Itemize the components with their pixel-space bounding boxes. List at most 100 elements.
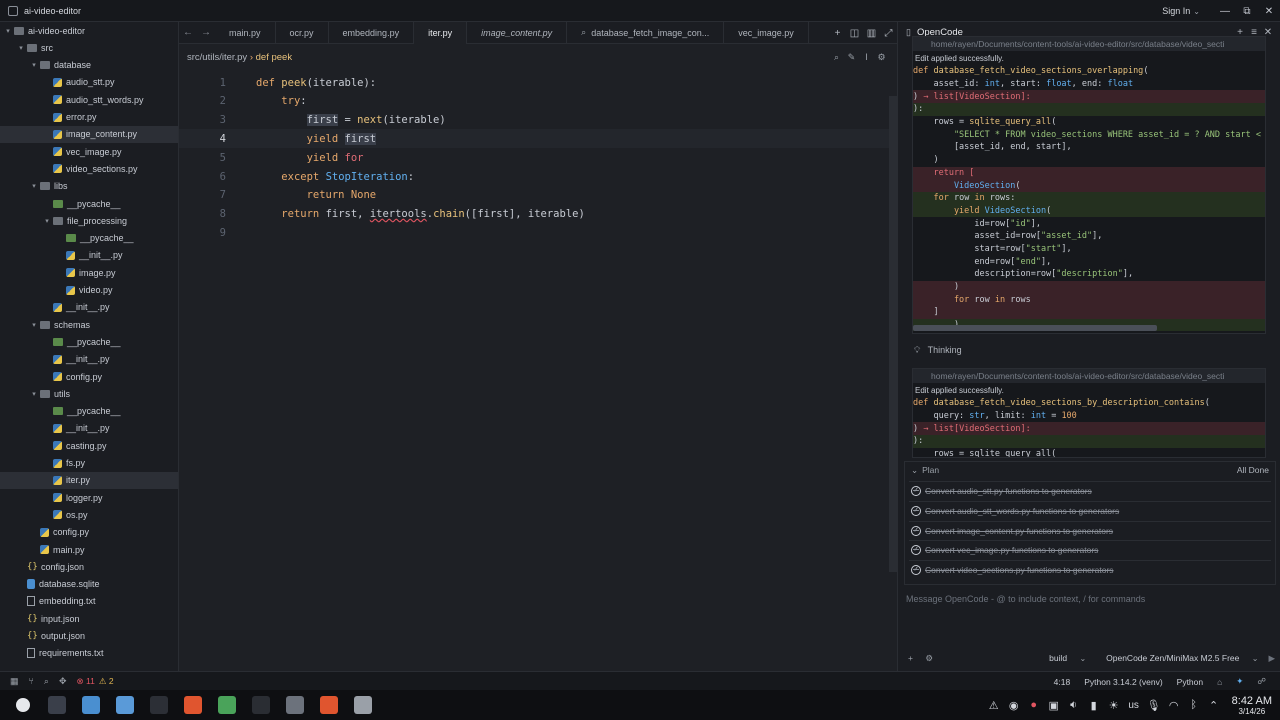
tree-folder[interactable]: ▾ file_processing <box>0 212 178 229</box>
git-branch-icon[interactable]: ⑂ <box>29 676 34 686</box>
cursor-position[interactable]: 4:18 <box>1054 677 1071 687</box>
tree-folder[interactable]: ▾ ai-video-editor <box>0 22 178 39</box>
editor-tab[interactable]: ⌕ database_fetch_image_con... <box>567 21 725 44</box>
tree-file[interactable]: __pycache__ <box>0 403 178 420</box>
editor-scrollbar[interactable] <box>889 96 897 572</box>
tree-file[interactable]: __init__.py <box>0 420 178 437</box>
tree-file[interactable]: __pycache__ <box>0 333 178 350</box>
tree-file[interactable]: image.py <box>0 264 178 281</box>
bluetooth-tray-icon[interactable]: ᛒ <box>1184 699 1204 711</box>
keyboard-layout[interactable]: us <box>1124 700 1144 711</box>
tree-file[interactable]: requirements.txt <box>0 645 178 662</box>
settings-icon[interactable]: ⚙ <box>925 653 933 663</box>
maximize-pane-icon[interactable]: ⤢ <box>880 28 897 39</box>
add-context-icon[interactable]: + <box>908 653 913 663</box>
code-line[interactable]: 9 <box>179 223 889 242</box>
sign-in-button[interactable]: Sign In ⌄ <box>1162 6 1200 16</box>
chevron-down-icon[interactable]: ▾ <box>4 27 12 35</box>
minimize-button[interactable]: — <box>1214 6 1236 17</box>
tree-file[interactable]: config.py <box>0 524 178 541</box>
tree-file[interactable]: __init__.py <box>0 351 178 368</box>
tree-file[interactable]: __pycache__ <box>0 195 178 212</box>
code-line[interactable]: 1 def peek(iterable): <box>179 73 889 92</box>
database-app[interactable] <box>346 690 380 720</box>
wifi-tray-icon[interactable]: ◠ <box>1164 699 1184 712</box>
tree-file[interactable]: {} config.json <box>0 558 178 575</box>
plan-header[interactable]: ⌄ Plan All Done <box>905 462 1275 478</box>
editor-tab[interactable]: main.py <box>215 21 276 44</box>
expand-tray-icon[interactable]: ⌃ <box>1204 699 1224 712</box>
tree-file[interactable]: fs.py <box>0 455 178 472</box>
code-line[interactable]: 4 yield first <box>179 129 889 149</box>
tree-file[interactable]: {} output.json <box>0 628 178 645</box>
tree-folder[interactable]: ▾ src <box>0 39 178 56</box>
chevron-down-icon[interactable]: ▾ <box>30 61 38 69</box>
editor-tab[interactable]: image_content.py <box>467 21 568 44</box>
tree-file[interactable]: __init__.py <box>0 299 178 316</box>
editor-tab[interactable]: vec_image.py <box>724 21 809 44</box>
brave-browser-app[interactable] <box>176 690 210 720</box>
ai-assistant-icon[interactable]: ✦ <box>1236 676 1243 687</box>
search-icon[interactable]: ⌕ <box>44 676 49 687</box>
tree-folder[interactable]: ▾ libs <box>0 178 178 195</box>
plan-item[interactable]: ✓ Convert image_content.py functions to g… <box>909 520 1271 540</box>
launcher[interactable] <box>6 690 40 720</box>
tree-file[interactable]: {} input.json <box>0 610 178 627</box>
code-line[interactable]: 5 yield for <box>179 148 889 167</box>
editor-tab[interactable]: iter.py <box>414 21 468 44</box>
clipboard-tray-icon[interactable]: ▣ <box>1044 699 1064 712</box>
diff-path[interactable]: home/rayen/Documents/content-tools/ai-vi… <box>913 369 1265 383</box>
search-icon[interactable]: ⌕ <box>829 52 844 63</box>
chevron-down-icon[interactable]: ▾ <box>30 182 38 190</box>
tree-file[interactable]: video.py <box>0 282 178 299</box>
settings-icon[interactable]: ⚙ <box>874 52 889 63</box>
volume-tray-icon[interactable]: 🔉︎ <box>1064 699 1084 712</box>
collab-icon[interactable]: ☍ <box>1257 676 1266 687</box>
clock[interactable]: 8:42 AM 3/14/26 <box>1232 695 1272 716</box>
tree-folder[interactable]: ▾ utils <box>0 385 178 402</box>
chevron-down-icon[interactable]: ▾ <box>30 390 38 398</box>
tree-file[interactable]: main.py <box>0 541 178 558</box>
plan-item[interactable]: ✓ Convert video_sections.py functions to … <box>909 560 1271 579</box>
close-window-button[interactable]: ✕ <box>1258 6 1280 17</box>
battery-tray-icon[interactable]: ▮ <box>1084 699 1104 712</box>
chevron-down-icon[interactable]: ▾ <box>30 321 38 329</box>
language-select[interactable]: Python <box>1177 677 1203 687</box>
microphone-tray-icon[interactable]: 🎙︎ <box>1144 699 1164 712</box>
editor-tab[interactable]: ocr.py <box>276 21 329 44</box>
interpreter-select[interactable]: Python 3.14.2 (venv) <box>1084 677 1162 687</box>
debug-icon[interactable]: ✥ <box>59 676 67 687</box>
monitor-app[interactable] <box>210 690 244 720</box>
toggle-sidebar-icon[interactable]: ▦ <box>10 676 19 687</box>
warning-tray-icon[interactable]: ⚠ <box>984 699 1004 712</box>
send-button[interactable]: ▶ <box>1268 653 1275 664</box>
tree-folder[interactable]: ▾ database <box>0 57 178 74</box>
tree-folder[interactable]: ▾ schemas <box>0 316 178 333</box>
tree-file[interactable]: audio_stt.py <box>0 74 178 91</box>
chevron-down-icon[interactable]: ▾ <box>17 44 25 52</box>
tree-file[interactable]: video_sections.py <box>0 160 178 177</box>
obs-app[interactable] <box>278 690 312 720</box>
brave-browser-app-2[interactable] <box>312 690 346 720</box>
plan-item[interactable]: ✓ Convert vec_image.py functions to gener… <box>909 540 1271 559</box>
tree-file[interactable]: vec_image.py <box>0 143 178 160</box>
terminal-app[interactable] <box>40 690 74 720</box>
files-app[interactable] <box>74 690 108 720</box>
breadcrumb[interactable]: src/utils/iter.py › def peek <box>187 52 292 63</box>
tree-file[interactable]: __pycache__ <box>0 230 178 247</box>
diff-horizontal-scrollbar[interactable] <box>913 325 1157 331</box>
split-pane-icon[interactable]: ◫ <box>846 28 863 39</box>
tree-file[interactable]: casting.py <box>0 437 178 454</box>
message-input[interactable]: Message OpenCode - @ to include context,… <box>906 594 1272 604</box>
chevron-down-icon[interactable]: ▾ <box>43 217 51 225</box>
plan-item[interactable]: ✓ Convert audio_stt_words.py functions to… <box>909 500 1271 520</box>
tree-file[interactable]: os.py <box>0 506 178 523</box>
code-line[interactable]: 6 except StopIteration: <box>179 167 889 186</box>
new-tab-icon[interactable]: + <box>829 28 846 39</box>
code-line[interactable]: 2 try: <box>179 92 889 111</box>
model-select[interactable]: OpenCode Zen/MiniMax M2.5 Free ⌄ <box>1096 653 1258 663</box>
brightness-tray-icon[interactable]: ☀ <box>1104 699 1124 712</box>
plan-item[interactable]: ✓ Convert audio_stt.py functions to gener… <box>909 481 1271 500</box>
forward-arrow-icon[interactable]: → <box>197 27 215 38</box>
notification-icon[interactable]: ⌂ <box>1217 677 1222 687</box>
